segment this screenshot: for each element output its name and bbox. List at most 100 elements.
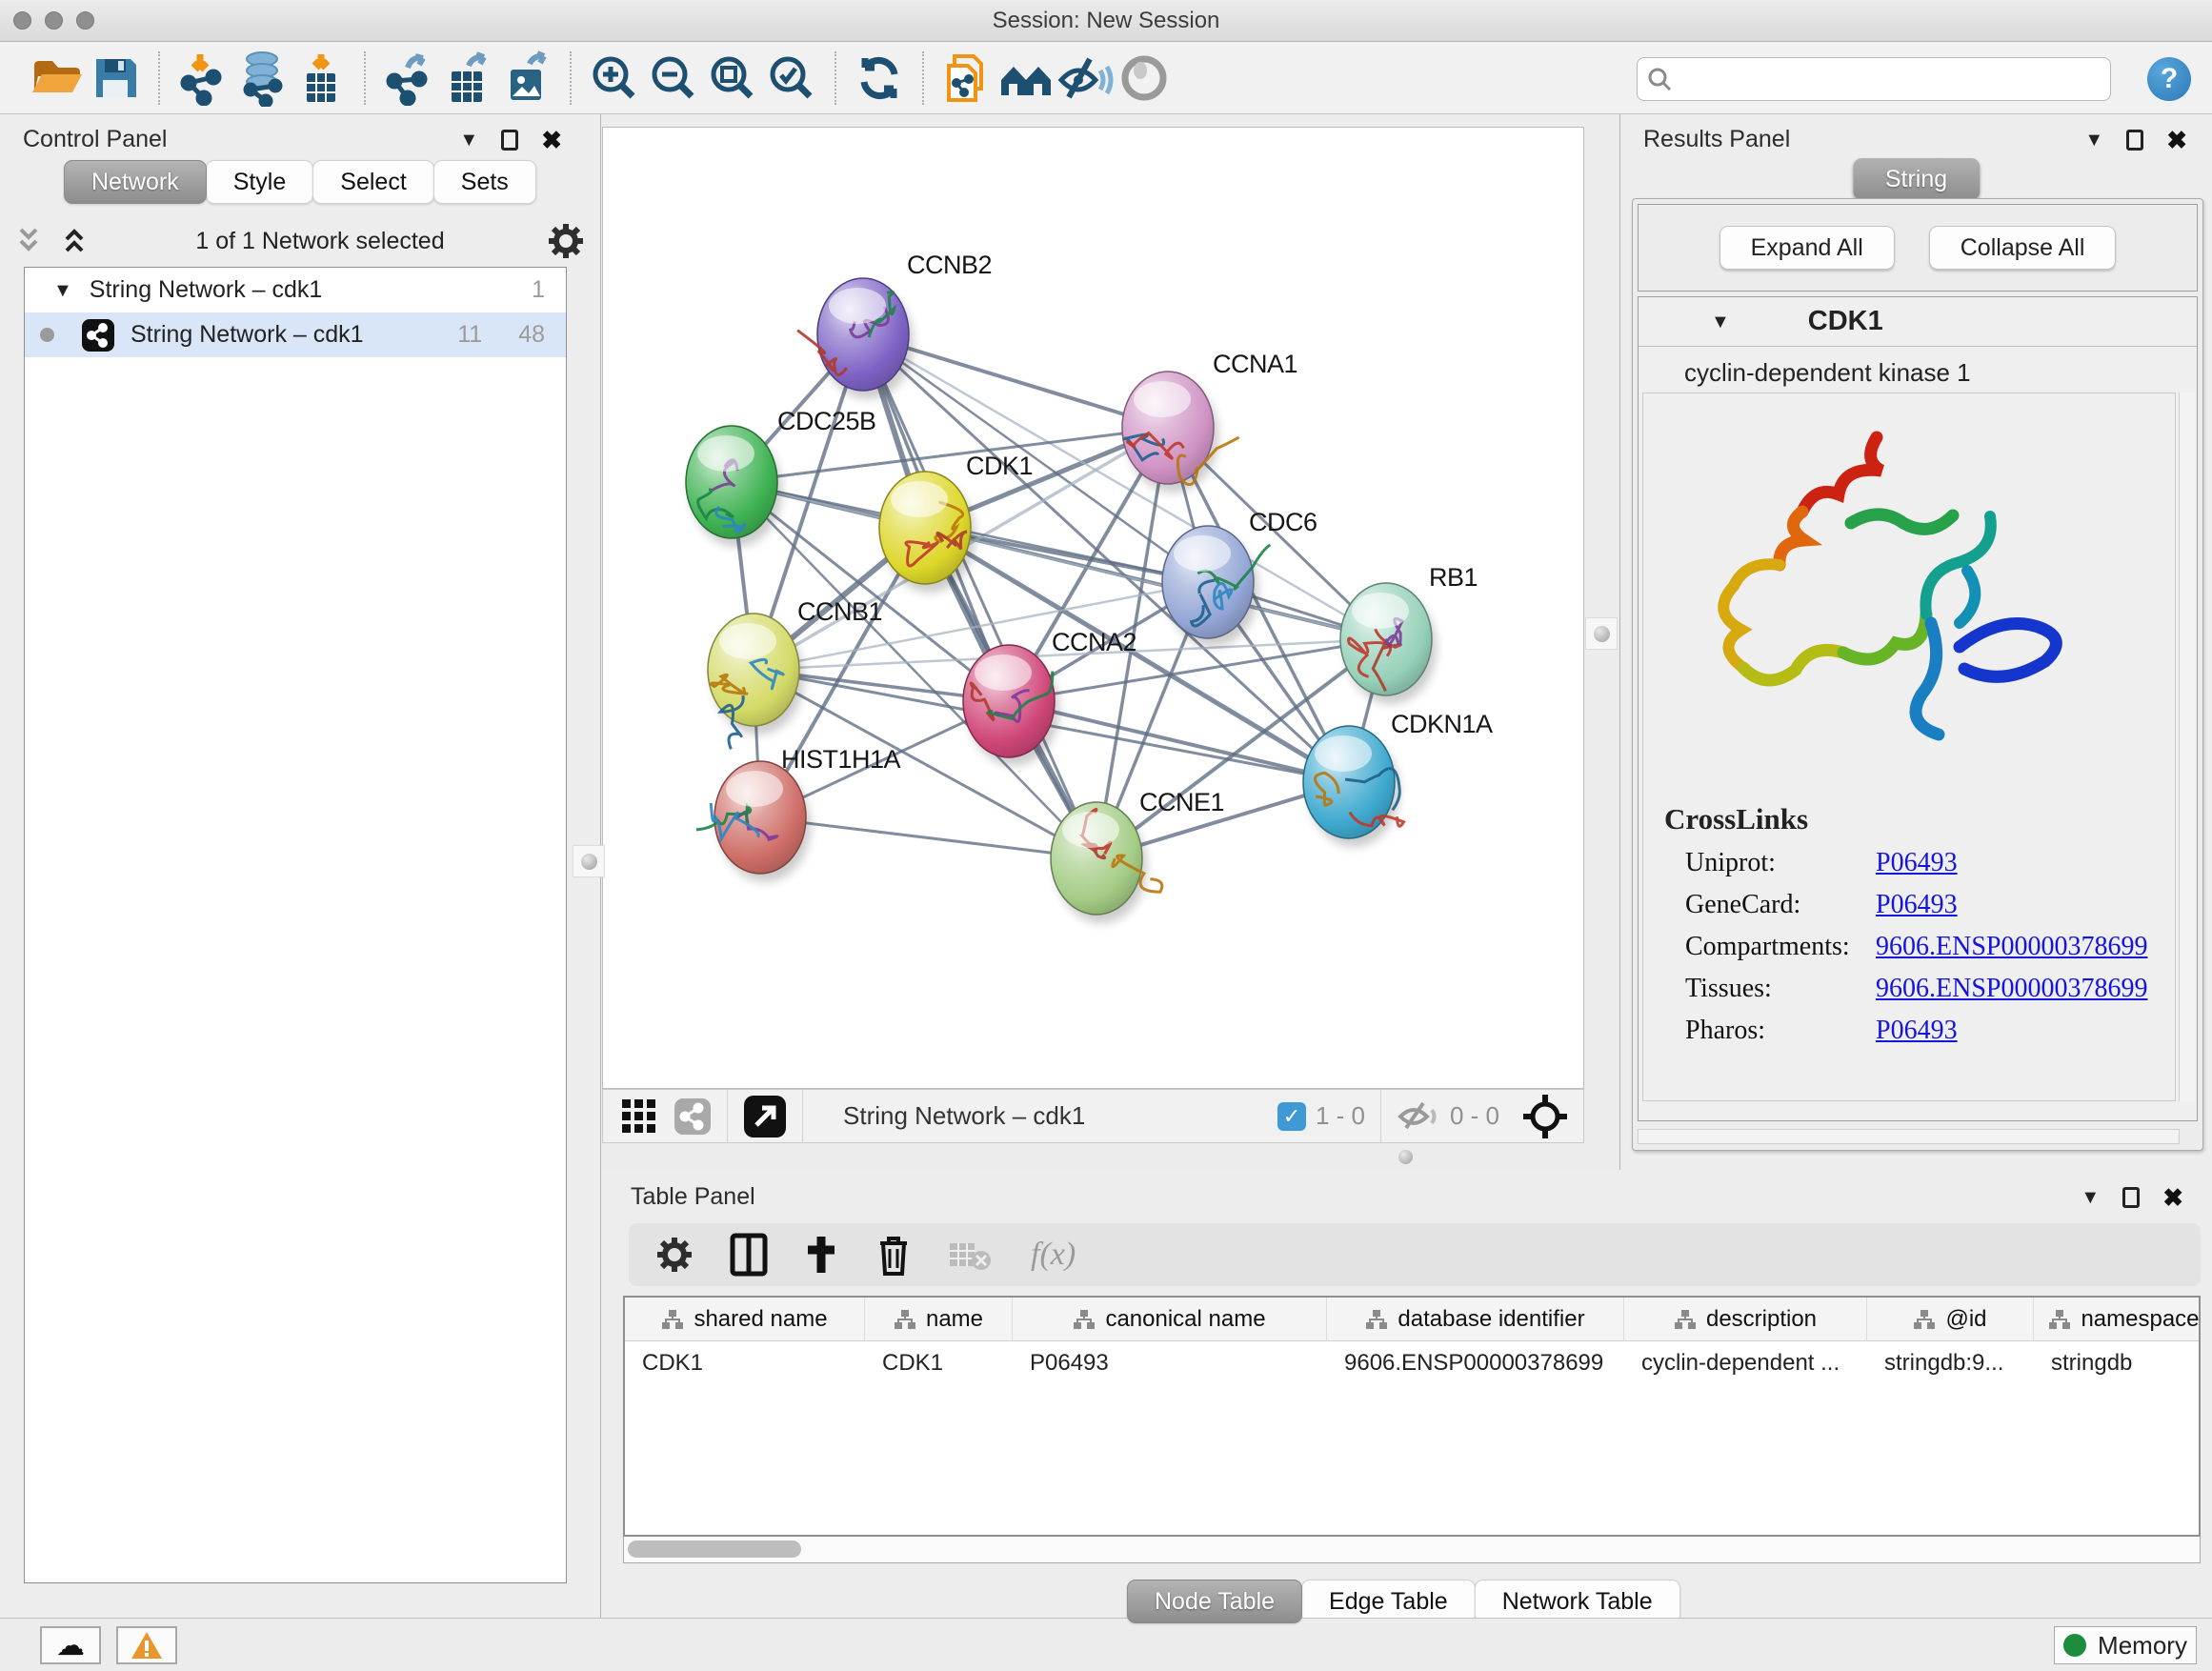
- expand-all-icon[interactable]: [59, 224, 95, 258]
- memory-button[interactable]: Memory: [2054, 1626, 2197, 1664]
- results-panel-collapse-icon[interactable]: ▼: [2084, 131, 2103, 150]
- save-session-button[interactable]: [86, 49, 145, 108]
- open-in-new-icon[interactable]: [743, 1095, 787, 1138]
- import-database-icon: [233, 50, 291, 107]
- column-header-@id[interactable]: @id: [1867, 1298, 2034, 1340]
- zoom-fit-button[interactable]: [703, 49, 762, 108]
- toolbar-separator: [158, 51, 160, 105]
- table-cell: stringdb: [2034, 1341, 2201, 1385]
- network-node-CDC6[interactable]: CDC6: [1162, 508, 1317, 647]
- import-network-file-button[interactable]: [173, 49, 232, 108]
- tab-sets[interactable]: Sets: [433, 160, 536, 204]
- cloud-icon: ☁: [56, 1629, 85, 1662]
- export-network-button[interactable]: [379, 49, 438, 108]
- selected-nodes-checkbox[interactable]: ✓: [1277, 1102, 1306, 1131]
- node-gloss: [829, 288, 886, 324]
- table-horizontal-scrollbar[interactable]: [623, 1537, 2201, 1563]
- control-panel-title: Control Panel: [23, 126, 167, 153]
- crosslink-value-link[interactable]: P06493: [1876, 848, 1958, 878]
- tree-expander-icon[interactable]: ▼: [53, 281, 72, 300]
- network-node-CDKN1A[interactable]: CDKN1A: [1303, 710, 1493, 847]
- tab-string[interactable]: String: [1853, 158, 1980, 200]
- expand-all-button[interactable]: Expand All: [1719, 226, 1895, 270]
- table-cell: 9606.ENSP00000378699: [1327, 1341, 1624, 1385]
- gear-icon[interactable]: [545, 220, 587, 262]
- share-view-icon[interactable]: [674, 1097, 712, 1136]
- scrollbar-thumb[interactable]: [628, 1540, 801, 1558]
- crosslink-value-link[interactable]: P06493: [1876, 1016, 1958, 1046]
- collapse-all-button[interactable]: Collapse All: [1929, 226, 2117, 270]
- tab-select[interactable]: Select: [312, 160, 433, 204]
- column-header-namespace[interactable]: namespace: [2034, 1298, 2201, 1340]
- hide-selected-button[interactable]: [1056, 49, 1115, 108]
- function-builder-button[interactable]: f(x): [1031, 1237, 1076, 1273]
- network-row[interactable]: String Network – cdk1 11 48: [25, 312, 566, 357]
- network-edge-CCNA2-CDKN1A[interactable]: [1009, 701, 1349, 782]
- zoom-out-button[interactable]: [644, 49, 703, 108]
- help-button[interactable]: ?: [2147, 57, 2191, 101]
- export-table-button[interactable]: [438, 49, 497, 108]
- column-header-canonical-name[interactable]: canonical name: [1013, 1298, 1327, 1340]
- show-all-button[interactable]: [1115, 49, 1174, 108]
- open-session-button[interactable]: [27, 49, 86, 108]
- table-settings-gear-icon[interactable]: [654, 1234, 695, 1276]
- tab-network[interactable]: Network: [64, 160, 207, 204]
- create-column-icon[interactable]: [802, 1233, 840, 1277]
- first-neighbors-button[interactable]: [996, 49, 1056, 108]
- cloud-button[interactable]: ☁: [40, 1626, 101, 1664]
- crosslink-value-link[interactable]: 9606.ENSP00000378699: [1876, 932, 2147, 962]
- documents-icon: [939, 50, 995, 106]
- export-image-button[interactable]: [497, 49, 556, 108]
- results-horizontal-scrollbar[interactable]: [1638, 1129, 2180, 1144]
- birds-eye-view-icon[interactable]: [618, 1096, 660, 1137]
- delete-table-icon[interactable]: [947, 1236, 996, 1274]
- warnings-button[interactable]: [116, 1626, 177, 1664]
- results-panel-close-icon[interactable]: ✖: [2166, 128, 2187, 152]
- crosslink-value-link[interactable]: 9606.ENSP00000378699: [1876, 974, 2147, 1004]
- crosslink-row: Uniprot:P06493: [1685, 848, 2175, 878]
- network-edge-CCNB2-CCNE1[interactable]: [863, 334, 1096, 858]
- column-header-description[interactable]: description: [1624, 1298, 1867, 1340]
- control-panel-close-icon[interactable]: ✖: [541, 128, 562, 152]
- results-vertical-scrollbar[interactable]: [2179, 393, 2195, 1101]
- splitter-handle[interactable]: [1398, 1150, 1413, 1164]
- column-header-shared-name[interactable]: shared name: [625, 1298, 865, 1340]
- table-panel-close-icon[interactable]: ✖: [2162, 1185, 2183, 1210]
- network-node-HIST1H1A[interactable]: HIST1H1A: [696, 745, 901, 882]
- network-share-icon: [81, 318, 115, 352]
- splitter-handle[interactable]: [573, 845, 605, 877]
- column-header-name[interactable]: name: [865, 1298, 1013, 1340]
- table-panel-float-icon[interactable]: [2122, 1187, 2140, 1208]
- network-canvas[interactable]: CCNB2CCNA1CDC25BCDK1CDC6RB1CCNB1CCNA2CDK…: [602, 127, 1584, 1089]
- entry-expander-icon[interactable]: ▼: [1711, 312, 1730, 332]
- results-panel-float-icon[interactable]: [2126, 130, 2143, 151]
- crosshair-icon[interactable]: [1520, 1092, 1570, 1141]
- apply-layout-button[interactable]: [850, 49, 909, 108]
- show-columns-icon[interactable]: [730, 1233, 768, 1277]
- zoom-selected-button[interactable]: [762, 49, 821, 108]
- crosslink-value-link[interactable]: P06493: [1876, 890, 1958, 920]
- table-cell: P06493: [1013, 1341, 1327, 1385]
- network-from-selection-button[interactable]: [937, 49, 996, 108]
- zoom-in-button[interactable]: [585, 49, 644, 108]
- search-input[interactable]: [1679, 66, 2101, 92]
- tab-style[interactable]: Style: [206, 160, 314, 204]
- network-node-CCNA1[interactable]: CCNA1: [1122, 350, 1297, 493]
- control-panel-float-icon[interactable]: [501, 130, 518, 151]
- import-network-database-button[interactable]: [232, 49, 292, 108]
- table-panel-collapse-icon[interactable]: ▼: [2081, 1188, 2100, 1207]
- table-row[interactable]: CDK1CDK1P064939606.ENSP00000378699cyclin…: [625, 1341, 2199, 1385]
- network-node-CCNE1[interactable]: CCNE1: [1051, 788, 1224, 923]
- collapse-all-icon[interactable]: [13, 224, 50, 258]
- network-node-RB1[interactable]: RB1: [1340, 563, 1478, 704]
- splitter-handle[interactable]: [1585, 617, 1618, 650]
- node-table: shared namenamecanonical namedatabase id…: [623, 1296, 2201, 1537]
- crosslink-label: GeneCard:: [1685, 890, 1876, 920]
- control-panel-collapse-icon[interactable]: ▼: [459, 131, 478, 150]
- delete-column-icon[interactable]: [875, 1232, 913, 1278]
- network-collection-row[interactable]: ▼ String Network – cdk1 1: [25, 268, 566, 312]
- column-header-database-identifier[interactable]: database identifier: [1327, 1298, 1624, 1340]
- save-icon: [89, 51, 142, 105]
- tab-node-table[interactable]: Node Table: [1127, 1580, 1302, 1623]
- import-table-file-button[interactable]: [292, 49, 351, 108]
